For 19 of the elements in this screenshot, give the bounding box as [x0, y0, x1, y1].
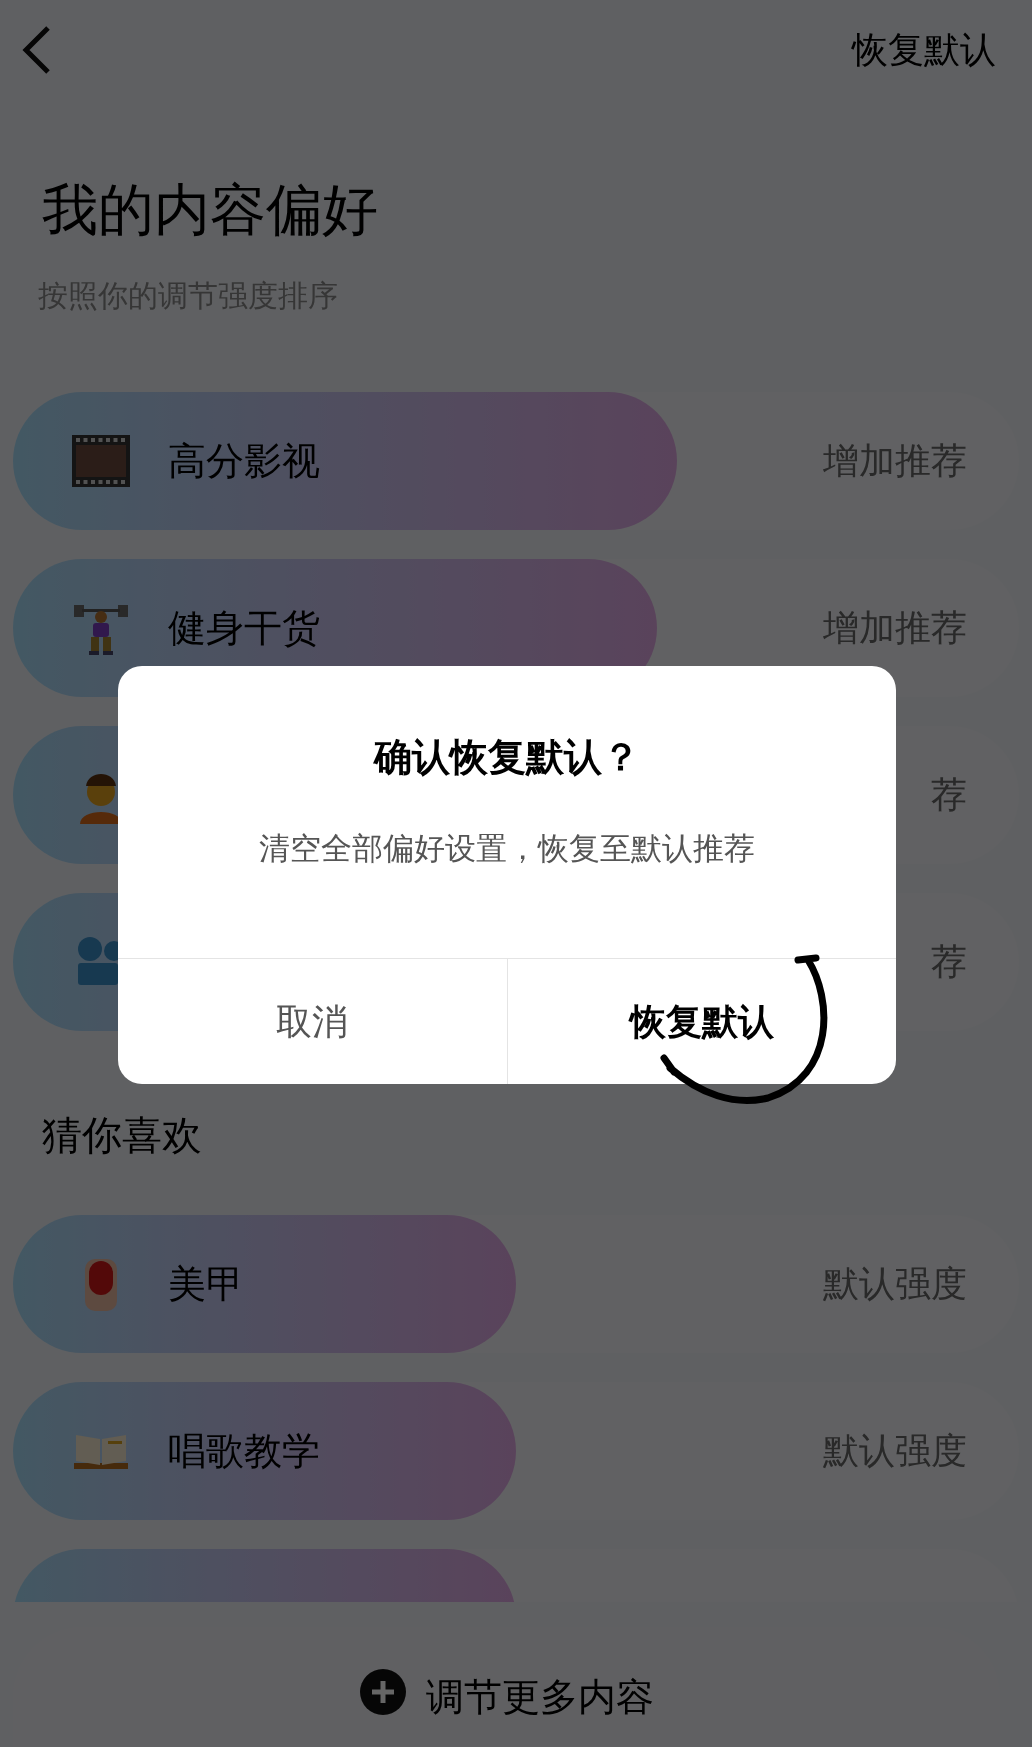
- confirm-button[interactable]: 恢复默认: [507, 959, 896, 1084]
- dialog-message: 清空全部偏好设置，恢复至默认推荐: [258, 829, 756, 868]
- category-label: 美甲: [168, 1260, 244, 1308]
- category-label: 唱歌教学: [168, 1427, 320, 1475]
- strength-label: 增加推荐: [823, 439, 968, 483]
- page-title: 我的内容偏好: [41, 178, 379, 242]
- film-strip-icon: [71, 435, 130, 487]
- reset-link[interactable]: 恢复默认: [852, 23, 996, 77]
- cancel-button[interactable]: 取消: [118, 959, 508, 1084]
- plus-icon: [359, 1669, 406, 1715]
- strength-label: 默认强度: [823, 1262, 968, 1306]
- strength-label: 荐: [931, 773, 968, 817]
- dialog-title: 确认恢复默认？: [372, 734, 641, 780]
- category-label: 健身干货: [168, 604, 320, 652]
- strength-label: 增加推荐: [823, 606, 968, 650]
- strength-label: 荐: [931, 940, 968, 984]
- strength-label: 默认强度: [823, 1429, 968, 1473]
- section-title: 猜你喜欢: [41, 1111, 203, 1159]
- category-label: 高分影视: [168, 437, 320, 485]
